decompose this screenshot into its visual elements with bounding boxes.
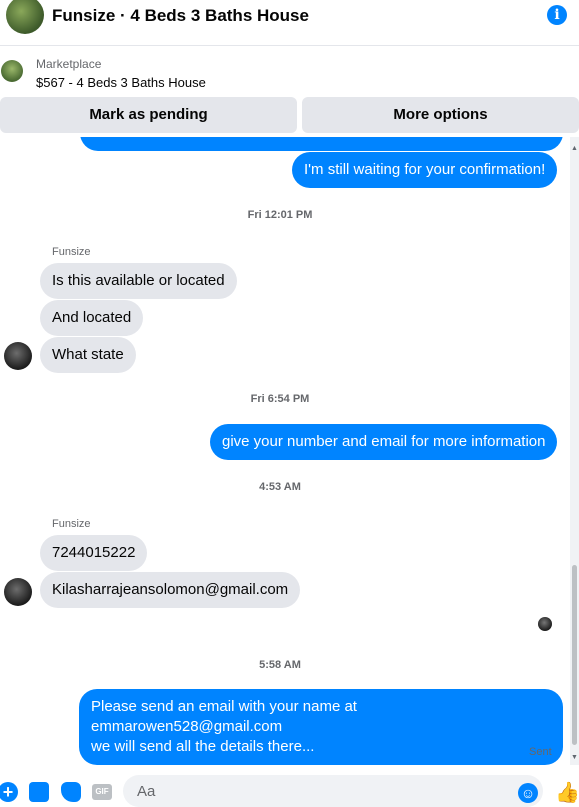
message-thread: I'm still waiting for your confirmation!… (0, 137, 570, 765)
scrollbar-thumb[interactable] (572, 565, 577, 745)
listing-thumbnail (1, 60, 23, 82)
message-line: Please send an email with your name at e… (91, 698, 357, 735)
gif-icon[interactable]: GIF (92, 784, 112, 800)
plus-icon[interactable]: + (0, 782, 18, 802)
delivery-status: Sent (529, 746, 552, 758)
contact-avatar[interactable] (6, 0, 44, 34)
photo-icon[interactable] (29, 782, 49, 802)
message-bubble-outgoing: I'm still waiting for your confirmation! (292, 152, 558, 188)
conversation-title[interactable]: Funsize · 4 Beds 3 Baths House (52, 6, 309, 26)
message-bubble-incoming: Kilasharrajeansolomon@gmail.com (40, 572, 301, 608)
message-bubble-incoming: Is this available or located (40, 263, 237, 299)
conversation-header: Funsize · 4 Beds 3 Baths House i (0, 0, 579, 46)
message-bubble-partial (80, 137, 563, 151)
message-input-placeholder: Aa (137, 783, 156, 800)
more-options-button[interactable]: More options (302, 97, 579, 133)
mark-as-pending-button[interactable]: Mark as pending (0, 97, 297, 133)
timestamp: 4:53 AM (259, 481, 301, 493)
thread-scrollbar[interactable]: ▲ ▼ (570, 137, 579, 765)
message-composer: + GIF Aa ☺ 👍 (0, 771, 579, 807)
sender-avatar[interactable] (4, 342, 32, 370)
timestamp: 5:58 AM (259, 659, 301, 671)
seen-avatar-icon (538, 617, 552, 631)
message-line: we will send all the details there... (91, 738, 315, 755)
timestamp: Fri 12:01 PM (247, 209, 313, 221)
scroll-up-icon[interactable]: ▲ (571, 145, 578, 152)
emoji-icon[interactable]: ☺ (518, 783, 538, 803)
message-input[interactable]: Aa (123, 775, 543, 807)
listing-label: Marketplace (36, 57, 102, 71)
message-bubble-outgoing: Please send an email with your name at e… (79, 689, 563, 765)
sender-name: Funsize (52, 246, 91, 258)
marketplace-listing[interactable]: Marketplace $567 - 4 Beds 3 Baths House (0, 54, 579, 94)
message-bubble-incoming: 7244015222 (40, 535, 148, 571)
timestamp: Fri 6:54 PM (250, 393, 310, 405)
message-bubble-incoming: And located (40, 300, 144, 336)
thumbs-up-icon[interactable]: 👍 (555, 782, 579, 804)
sender-avatar[interactable] (4, 578, 32, 606)
info-icon[interactable]: i (547, 5, 567, 25)
scroll-down-icon[interactable]: ▼ (571, 754, 578, 761)
sender-name: Funsize (52, 518, 91, 530)
message-bubble-incoming: What state (40, 337, 136, 373)
listing-summary: $567 - 4 Beds 3 Baths House (36, 75, 206, 90)
sticker-icon[interactable] (61, 782, 81, 802)
message-bubble-outgoing: give your number and email for more info… (210, 424, 558, 460)
